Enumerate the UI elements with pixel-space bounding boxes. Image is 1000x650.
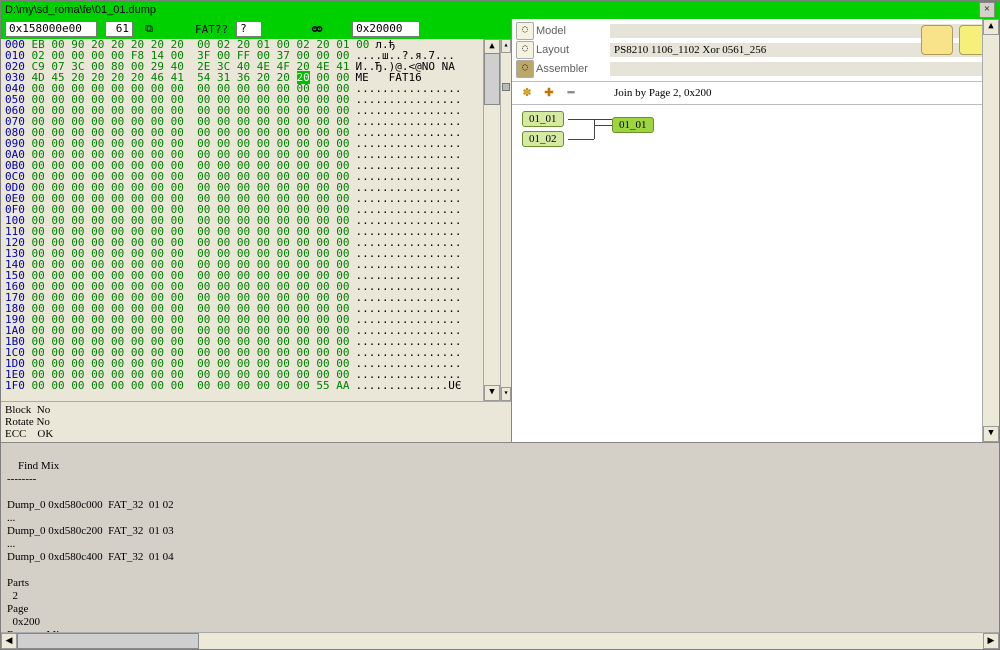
prop-icon[interactable]: ◌ [516,41,534,59]
scroll-thumb[interactable] [484,53,500,105]
graph-edge [568,119,612,120]
scroll-down-icon[interactable]: ▼ [484,385,500,401]
scroll-right-icon[interactable]: ▶ [983,633,999,649]
assembler-text: Join by Page 2, 0x200 [614,87,711,99]
prop-name: Layout [536,44,610,56]
prop-icon[interactable]: ◌ [516,22,534,40]
assembler-scrollbar[interactable]: ▲ ▼ [982,19,999,442]
remove-icon[interactable]: ━ [564,86,578,100]
titlebar[interactable]: D:\my\sd_roma\fe\01_01.dump × [1,1,999,19]
folder-icon[interactable] [921,25,953,55]
goto-field[interactable]: 0x20000 [352,21,420,37]
aux-scroll-thumb[interactable] [502,83,510,91]
add-icon[interactable]: ✚ [542,86,556,100]
graph-edge [594,125,612,126]
scroll-thumb[interactable] [17,633,199,649]
offset-field[interactable]: 0x158000e00 [5,21,97,37]
graph-node[interactable]: 01_01 [522,111,564,127]
copy-icon[interactable]: ⧉ [141,22,157,36]
window-title: D:\my\sd_roma\fe\01_01.dump [5,1,979,19]
main-window: D:\my\sd_roma\fe\01_01.dump × 0x158000e0… [0,0,1000,650]
assembler-graph[interactable]: 01_01 01_02 01_01 [512,105,999,442]
hex-dump[interactable]: 000 EB 00 90 20 20 20 20 20 00 02 20 01 … [1,39,483,401]
graph-edge [568,139,594,140]
hex-row[interactable]: 1F0 00 00 00 00 00 00 00 00 00 00 00 00 … [1,380,483,391]
log-hscrollbar[interactable]: ◀ ▶ [1,632,999,649]
aux-scroll-up-icon[interactable]: ▴ [501,39,511,53]
scroll-down-icon[interactable]: ▼ [983,426,999,442]
graph-edge [594,119,595,139]
wand-icon[interactable]: ✽ [520,86,534,100]
close-icon[interactable]: × [979,2,995,18]
byte-value-field[interactable]: 61 [105,21,133,37]
prop-name: Assembler [536,63,610,75]
assembler-pane: ◌Model◌LayoutPS8210 1106_1102 Xor 0561_2… [512,19,999,442]
log-pane[interactable]: Find Mix -------- Dump_0 0xd580c000 FAT_… [1,442,999,649]
prop-name: Model [536,25,610,37]
scroll-left-icon[interactable]: ◀ [1,633,17,649]
binoculars-icon[interactable]: ʘʘ [308,22,324,36]
prop-icon[interactable]: ◌ [516,60,534,78]
assembler-bar: ✽ ✚ ━ Join by Page 2, 0x200 [512,82,999,105]
aux-scrollbar[interactable]: ▴ ▾ [500,39,511,401]
graph-node-output[interactable]: 01_01 [612,117,654,133]
hex-status: Block No Rotate No ECC OK [1,401,511,442]
prop-value[interactable] [610,62,995,76]
graph-node[interactable]: 01_02 [522,131,564,147]
aux-scroll-down-icon[interactable]: ▾ [501,387,511,401]
hex-scrollbar[interactable]: ▲ ▼ [483,39,500,401]
log-text: Find Mix -------- Dump_0 0xd580c000 FAT_… [7,460,174,649]
find-label: FAT?? [195,23,228,36]
hex-pane: 0x158000e00 61 ⧉ FAT?? ? ʘʘ 0x20000 000 … [1,19,512,442]
find-value-field[interactable]: ? [236,21,262,37]
hex-toolbar: 0x158000e00 61 ⧉ FAT?? ? ʘʘ 0x20000 [1,19,511,39]
scroll-up-icon[interactable]: ▲ [983,19,999,35]
